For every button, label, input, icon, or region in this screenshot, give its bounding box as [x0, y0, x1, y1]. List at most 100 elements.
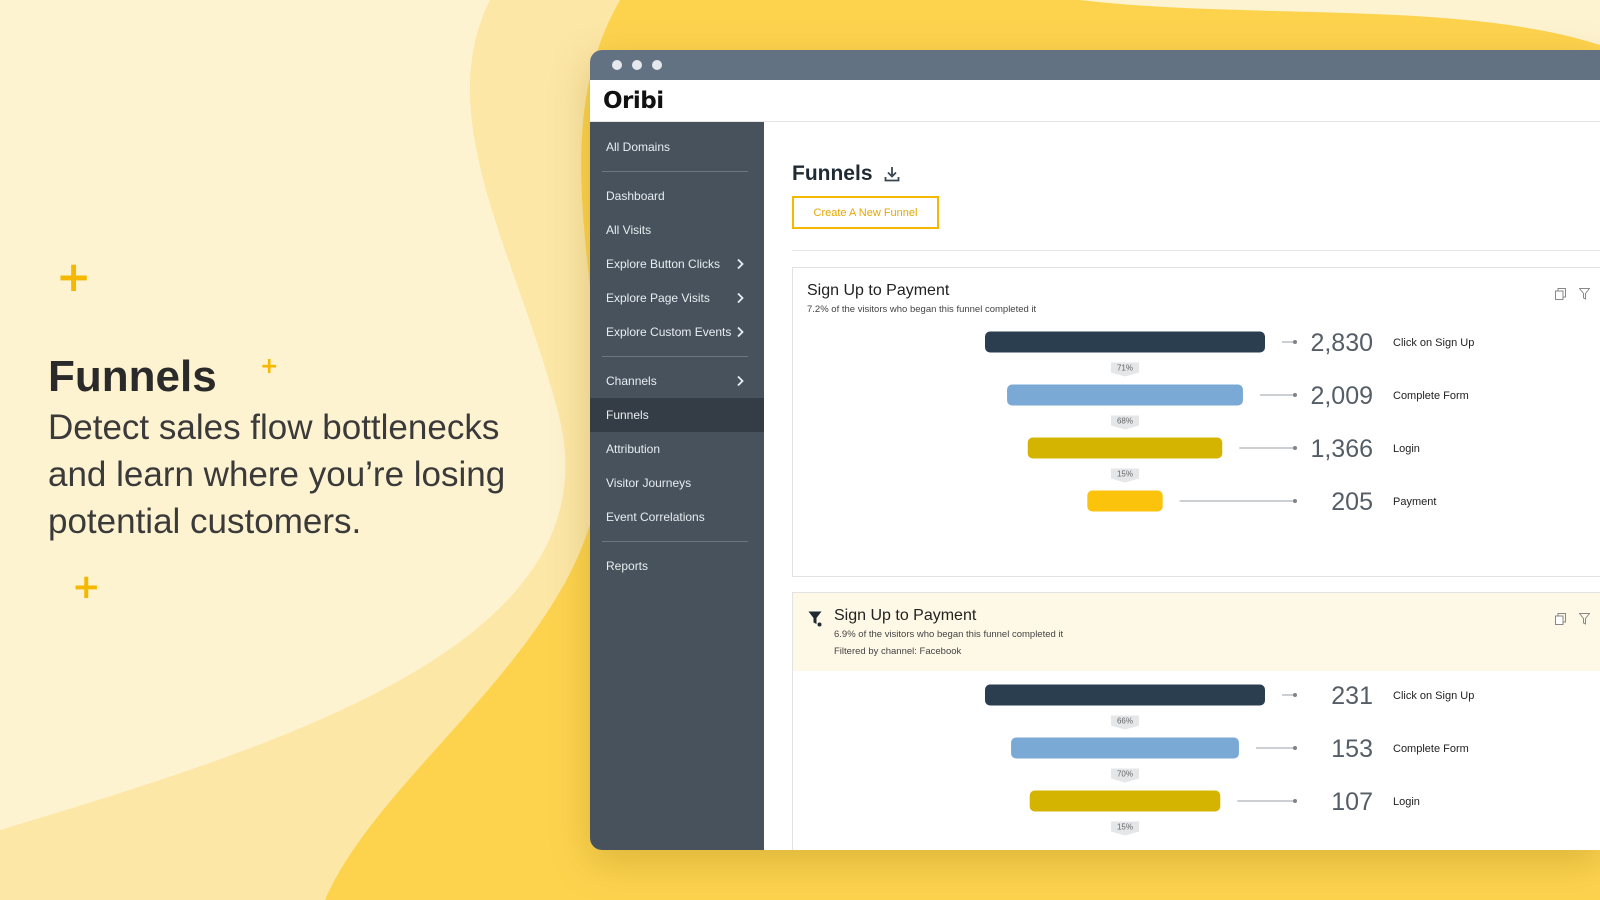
sidebar-item-channels[interactable]: Channels [590, 364, 764, 398]
sidebar-divider [602, 541, 748, 542]
funnel-bar[interactable] [1011, 737, 1239, 759]
funnel-step-count: 231 [1331, 682, 1373, 710]
chevron-right-icon [737, 258, 744, 270]
funnel-step-label: Complete Form [1393, 390, 1469, 402]
chevron-right-icon [737, 326, 744, 338]
plus-decoration-icon: + [72, 567, 101, 607]
funnel-step-label: Click on Sign Up [1393, 337, 1474, 349]
sidebar-item-label: Dashboard [606, 189, 665, 203]
sidebar-item-explore-custom-events[interactable]: Explore Custom Events [590, 315, 764, 349]
funnel-step-count: 153 [1331, 735, 1373, 763]
copy-icon[interactable] [1555, 288, 1566, 300]
window-dot-icon[interactable] [612, 60, 622, 70]
sidebar-item-explore-page-visits[interactable]: Explore Page Visits [590, 281, 764, 315]
sidebar-item-label: Channels [606, 374, 657, 388]
page-title: Funnels [792, 162, 901, 186]
funnel-step-label: Payment [1393, 496, 1436, 508]
create-funnel-button[interactable]: Create A New Funnel [792, 196, 939, 229]
main-content: Funnels Create A New Funnel Sign Up to P… [764, 122, 1600, 850]
sidebar-item-all-visits[interactable]: All Visits [590, 213, 764, 247]
funnel-step-count: 107 [1331, 788, 1373, 816]
window-dot-icon[interactable] [632, 60, 642, 70]
window-titlebar [590, 50, 1600, 80]
sidebar-item-event-correlations[interactable]: Event Correlations [590, 500, 764, 534]
filter-active-icon [808, 611, 822, 627]
conversion-rate: 68% [1117, 417, 1133, 426]
conversion-rate: 15% [1117, 470, 1133, 479]
funnel-card-header: Sign Up to Payment 7.2% of the visitors … [793, 268, 1600, 320]
sidebar-item-label: Explore Button Clicks [606, 257, 721, 271]
funnel-chart: 231 Click on Sign Up 153 Complete Form 107 Lo… [985, 682, 1474, 836]
chevron-right-icon [737, 375, 744, 387]
sidebar-divider [602, 171, 748, 172]
funnel-title: Sign Up to Payment [834, 607, 977, 624]
sidebar-item-reports[interactable]: Reports [590, 549, 764, 583]
funnel-card-header: Sign Up to Payment 6.9% of the visitors … [793, 593, 1600, 671]
app-window: Oribi All Domains Dashboard All Visits Expl… [590, 50, 1600, 850]
funnel-card: Sign Up to Payment 7.2% of the visitors … [792, 267, 1600, 577]
funnel-step-count: 2,830 [1310, 329, 1373, 357]
sidebar-item-label: Funnels [606, 408, 649, 422]
sidebar-item-label: Visitor Journeys [606, 476, 692, 490]
sidebar-item-label: All Visits [606, 223, 652, 237]
sidebar: All Domains Dashboard All Visits Explore Bu… [590, 122, 764, 850]
funnel-step-label: Login [1393, 443, 1420, 455]
sidebar-item-label: All Domains [606, 140, 671, 154]
plus-decoration-icon: + [56, 252, 92, 301]
sidebar-item-attribution[interactable]: Attribution [590, 432, 764, 466]
funnel-step-label: Login [1393, 796, 1420, 808]
sidebar-item-visitor-journeys[interactable]: Visitor Journeys [590, 466, 764, 500]
conversion-rate: 15% [1117, 823, 1133, 832]
funnel-step-count: 205 [1331, 488, 1373, 516]
hero-description: Detect sales flow bottlenecks and learn … [48, 408, 506, 541]
chevron-right-icon [737, 292, 744, 304]
sidebar-item-dashboard[interactable]: Dashboard [590, 179, 764, 213]
hero-title: Funnels [48, 352, 217, 401]
funnel-bar[interactable] [985, 331, 1265, 353]
funnel-step-label: Click on Sign Up [1393, 690, 1474, 702]
funnel-bar[interactable] [1027, 437, 1223, 459]
funnel-leader-dot [1293, 446, 1297, 450]
divider [792, 250, 1600, 251]
sidebar-item-label: Attribution [606, 442, 661, 456]
funnel-leader-dot [1293, 340, 1297, 344]
funnel-bar[interactable] [1087, 490, 1163, 512]
logo[interactable]: Oribi [603, 88, 664, 114]
funnel-completion-text: 6.9% of the visitors who began this funn… [834, 629, 1064, 640]
funnel-filter-text: Filtered by channel: Facebook [834, 646, 962, 657]
funnel-leader-dot [1293, 393, 1297, 397]
sidebar-item-label: Reports [606, 559, 649, 573]
sidebar-item-label: Explore Custom Events [606, 325, 732, 339]
funnel-step-count: 1,366 [1310, 435, 1373, 463]
sidebar-divider [602, 356, 748, 357]
funnel-bar[interactable] [985, 684, 1265, 706]
conversion-rate: 70% [1117, 770, 1133, 779]
funnel-step-label: Complete Form [1393, 743, 1469, 755]
funnel-title: Sign Up to Payment [807, 282, 950, 299]
sidebar-item-all-domains[interactable]: All Domains [590, 130, 764, 164]
copy-icon[interactable] [1555, 613, 1566, 625]
download-icon[interactable] [883, 165, 901, 183]
filter-icon[interactable] [1579, 613, 1590, 625]
conversion-rate: 66% [1117, 717, 1133, 726]
sidebar-item-funnels[interactable]: Funnels [590, 398, 764, 432]
app-header: Oribi [590, 80, 1600, 122]
funnel-leader-dot [1293, 693, 1297, 697]
window-dot-icon[interactable] [652, 60, 662, 70]
page-title-text: Funnels [792, 162, 873, 185]
filter-icon[interactable] [1579, 288, 1590, 300]
funnel-leader-dot [1293, 499, 1297, 503]
sidebar-item-explore-button-clicks[interactable]: Explore Button Clicks [590, 247, 764, 281]
funnel-bar[interactable] [1029, 790, 1221, 812]
sidebar-item-label: Explore Page Visits [606, 291, 710, 305]
funnel-leader-dot [1293, 746, 1297, 750]
plus-decoration-icon: + [260, 354, 279, 379]
funnel-chart: 2,830 Click on Sign Up 2,009 Complete Form 1… [985, 329, 1474, 516]
funnel-leader-dot [1293, 799, 1297, 803]
funnel-completion-text: 7.2% of the visitors who began this funn… [807, 304, 1037, 315]
funnel-bar[interactable] [1007, 384, 1243, 406]
conversion-rate: 71% [1117, 364, 1133, 373]
funnel-step-count: 2,009 [1310, 382, 1373, 410]
sidebar-item-label: Event Correlations [606, 510, 705, 524]
funnel-card: Sign Up to Payment 6.9% of the visitors … [792, 592, 1600, 850]
